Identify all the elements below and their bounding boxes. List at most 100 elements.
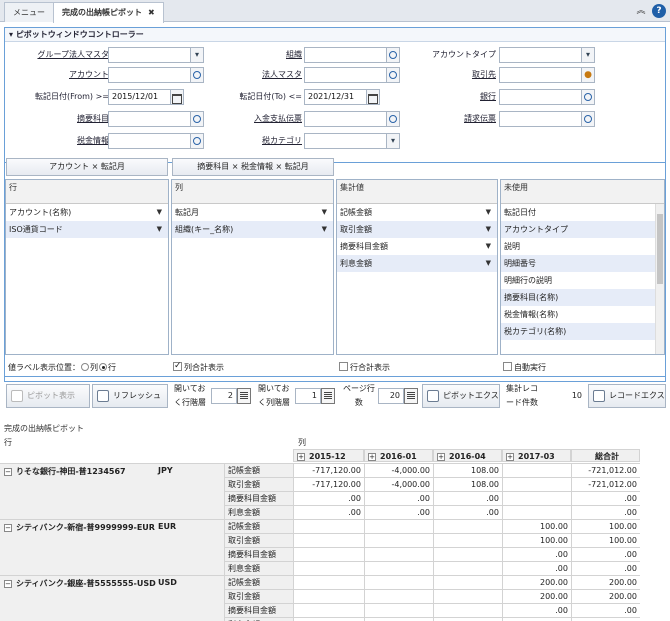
- list-item[interactable]: 記帳金額 ▼: [337, 204, 497, 221]
- auto-run-checkbox[interactable]: 自動実行: [503, 362, 546, 374]
- row-total-checkbox[interactable]: 行合計表示: [339, 362, 390, 374]
- panel-header[interactable]: ▾ ピボットウィンドウコントローラー: [5, 28, 665, 42]
- chevron-down-icon[interactable]: ▼: [157, 204, 162, 221]
- account-label[interactable]: アカウント: [9, 67, 109, 83]
- chevron-down-icon[interactable]: ▼: [322, 221, 327, 238]
- chevron-down-icon[interactable]: ▼: [486, 238, 491, 255]
- tab-menu[interactable]: メニュー: [4, 2, 54, 22]
- inout-slip-field[interactable]: [304, 111, 387, 127]
- inout-slip-label[interactable]: 入金支払伝票: [225, 111, 302, 127]
- chevron-down-icon[interactable]: ▼: [322, 204, 327, 221]
- checkbox-icon[interactable]: [173, 360, 182, 372]
- unused-zone[interactable]: 未使用 転記日付 アカウントタイプ 説明 明細番号 明細行の説明 摘要科目(名称…: [500, 179, 665, 355]
- list-item[interactable]: 取引金額 ▼: [337, 221, 497, 238]
- expand-icon[interactable]: +: [437, 453, 445, 461]
- chevron-down-icon[interactable]: ▾: [386, 133, 400, 149]
- preset-account-month-button[interactable]: アカウント × 転記月: [6, 158, 168, 176]
- partner-field[interactable]: [499, 67, 582, 83]
- account-type-field[interactable]: [499, 47, 582, 63]
- org-field[interactable]: [304, 47, 387, 63]
- record-export-button[interactable]: レコードエクスポート: [588, 384, 666, 408]
- page-rows-input[interactable]: 20: [378, 388, 404, 404]
- chevron-down-icon[interactable]: ▼: [157, 221, 162, 238]
- column-header[interactable]: +2016-01: [364, 449, 433, 462]
- search-icon[interactable]: [190, 67, 204, 83]
- col-total-checkbox[interactable]: 列合計表示: [173, 360, 224, 374]
- list-item[interactable]: 摘要科目金額 ▼: [337, 238, 497, 255]
- col-levels-input[interactable]: 1: [295, 388, 321, 404]
- calendar-icon[interactable]: [170, 89, 184, 105]
- tax-info-label[interactable]: 税金情報: [9, 133, 109, 149]
- collapse-icon[interactable]: −: [4, 580, 12, 588]
- collapse-icon[interactable]: ︽: [634, 4, 648, 18]
- list-item[interactable]: 利息金額 ▼: [337, 255, 497, 272]
- radio-label-col[interactable]: [81, 363, 89, 371]
- calendar-icon[interactable]: [366, 89, 380, 105]
- cols-zone[interactable]: 列 転記月 ▼ 組織(キー_名称) ▼: [171, 179, 334, 355]
- column-header[interactable]: +2017-03: [502, 449, 571, 462]
- unused-scrollbar[interactable]: [655, 204, 664, 354]
- chevron-down-icon[interactable]: ▼: [486, 255, 491, 272]
- column-header[interactable]: +2016-04: [433, 449, 502, 462]
- chevron-down-icon[interactable]: ▼: [486, 204, 491, 221]
- calculator-icon[interactable]: [404, 388, 418, 404]
- invoice-label[interactable]: 請求伝票: [425, 111, 496, 127]
- account-field[interactable]: [108, 67, 191, 83]
- user-icon[interactable]: ●: [581, 67, 595, 83]
- row-group-name[interactable]: − シティバンク-銀座-普5555555-USD: [4, 578, 156, 589]
- list-item[interactable]: ISO通貨コード ▼: [6, 221, 168, 238]
- date-to-field[interactable]: 2021/12/31: [304, 89, 367, 105]
- values-zone[interactable]: 集計値 記帳金額 ▼ 取引金額 ▼ 摘要科目金額 ▼ 利息金額 ▼: [336, 179, 498, 355]
- list-item[interactable]: アカウントタイプ: [501, 221, 664, 238]
- checkbox-icon[interactable]: [339, 362, 348, 371]
- list-item[interactable]: 転記日付: [501, 204, 664, 221]
- calculator-icon[interactable]: [321, 388, 335, 404]
- group-corp-field[interactable]: [108, 47, 191, 63]
- expand-icon[interactable]: +: [297, 453, 305, 461]
- date-from-field[interactable]: 2015/12/01: [108, 89, 171, 105]
- corp-label[interactable]: 法人マスタ: [225, 67, 302, 83]
- tax-info-field[interactable]: [108, 133, 191, 149]
- invoice-field[interactable]: [499, 111, 582, 127]
- chevron-down-icon[interactable]: ▾: [581, 47, 595, 63]
- chevron-down-icon[interactable]: ▾: [190, 47, 204, 63]
- search-icon[interactable]: [386, 67, 400, 83]
- list-item[interactable]: 税カテゴリ(名称): [501, 323, 664, 340]
- expand-icon[interactable]: +: [506, 453, 514, 461]
- row-group-name[interactable]: − シティバンク-新宿-普9999999-EUR: [4, 522, 155, 533]
- close-icon[interactable]: ✖: [148, 8, 155, 17]
- preset-summary-tax-month-button[interactable]: 摘要科目 × 税金情報 × 転記月: [172, 158, 334, 176]
- bank-label[interactable]: 銀行: [425, 89, 496, 105]
- list-item[interactable]: 明細番号: [501, 255, 664, 272]
- list-item[interactable]: 税金情報(名称): [501, 306, 664, 323]
- scroll-thumb[interactable]: [657, 214, 663, 284]
- calculator-icon[interactable]: [237, 388, 251, 404]
- list-item[interactable]: 転記月 ▼: [172, 204, 333, 221]
- row-group-name[interactable]: − りそな銀行-神田-普1234567: [4, 466, 126, 477]
- partner-label[interactable]: 取引先: [425, 67, 496, 83]
- tab-pivot[interactable]: 完成の出納帳ピボット ✖: [53, 2, 164, 23]
- list-item[interactable]: 説明: [501, 238, 664, 255]
- radio-label-row[interactable]: [99, 363, 107, 371]
- summary-field[interactable]: [108, 111, 191, 127]
- bank-field[interactable]: [499, 89, 582, 105]
- search-icon[interactable]: [386, 47, 400, 63]
- search-icon[interactable]: [581, 111, 595, 127]
- pivot-export-button[interactable]: ピボットエクスポート: [422, 384, 500, 408]
- row-levels-input[interactable]: 2: [211, 388, 237, 404]
- search-icon[interactable]: [190, 111, 204, 127]
- tax-category-field[interactable]: [304, 133, 387, 149]
- expand-icon[interactable]: +: [368, 453, 376, 461]
- list-item[interactable]: アカウント(名称) ▼: [6, 204, 168, 221]
- refresh-button[interactable]: リフレッシュ: [92, 384, 168, 408]
- corp-field[interactable]: [304, 67, 387, 83]
- list-item[interactable]: 組織(キー_名称) ▼: [172, 221, 333, 238]
- list-item[interactable]: 明細行の説明: [501, 272, 664, 289]
- search-icon[interactable]: [386, 111, 400, 127]
- group-corp-label[interactable]: グループ法人マスタ: [9, 47, 109, 63]
- chevron-down-icon[interactable]: ▼: [486, 221, 491, 238]
- checkbox-icon[interactable]: [503, 362, 512, 371]
- list-item[interactable]: 摘要科目(名称): [501, 289, 664, 306]
- rows-zone[interactable]: 行 アカウント(名称) ▼ ISO通貨コード ▼: [5, 179, 169, 355]
- org-label[interactable]: 組織: [255, 47, 302, 63]
